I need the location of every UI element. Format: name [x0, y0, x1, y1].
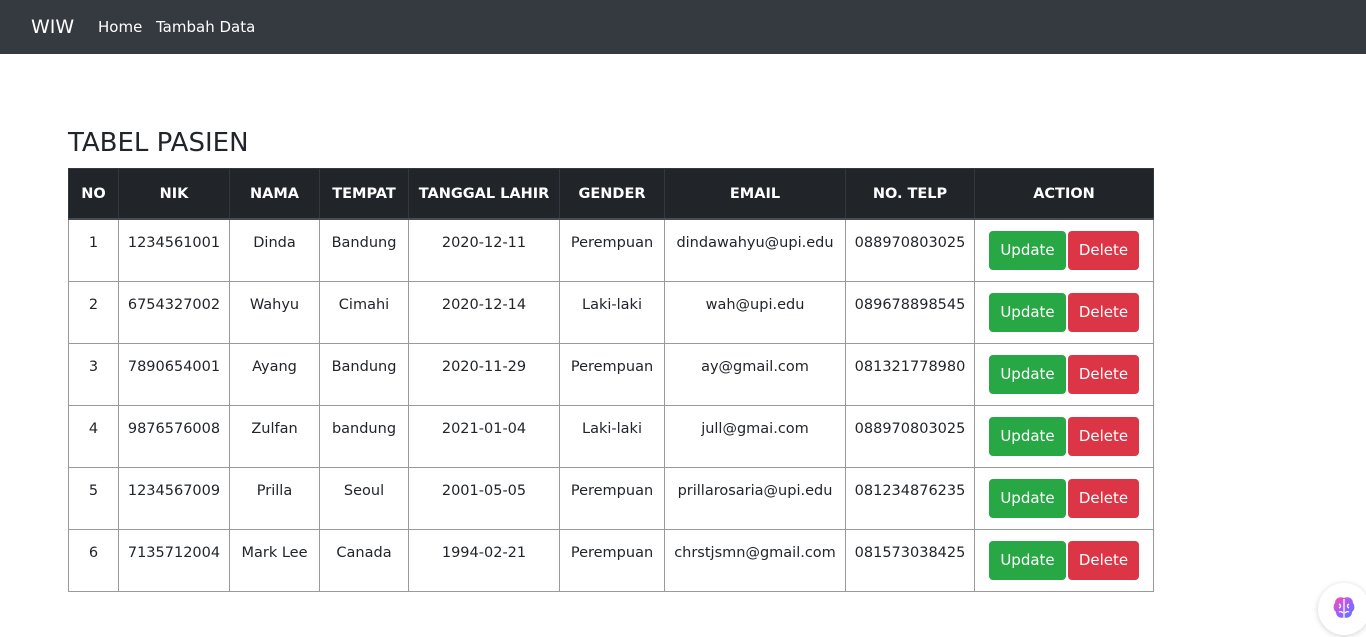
- cell-nik: 7135712004: [118, 528, 230, 592]
- cell-gender: Perempuan: [559, 528, 665, 592]
- nav-link-home[interactable]: Home: [98, 17, 142, 37]
- cell-email: ay@gmail.com: [664, 342, 846, 406]
- update-button[interactable]: Update: [989, 540, 1066, 580]
- header-no-telp: NO. TELP: [845, 168, 975, 220]
- cell-tempat: Bandung: [319, 218, 409, 282]
- cell-tanggal-lahir: 2020-12-14: [408, 280, 560, 344]
- header-nama: NAMA: [229, 168, 320, 220]
- update-button[interactable]: Update: [989, 478, 1066, 518]
- cell-email: jull@gmai.com: [664, 404, 846, 468]
- brain-icon: [1333, 597, 1355, 618]
- header-tempat: TEMPAT: [319, 168, 409, 220]
- cell-action: Update Delete: [974, 280, 1154, 344]
- cell-gender: Perempuan: [559, 466, 665, 530]
- brand-link[interactable]: WIW: [31, 15, 74, 39]
- cell-gender: Perempuan: [559, 342, 665, 406]
- cell-no: 4: [68, 404, 119, 468]
- header-tanggal-lahir: TANGGAL LAHIR: [408, 168, 560, 220]
- cell-gender: Laki-laki: [559, 280, 665, 344]
- cell-nama: Prilla: [229, 466, 320, 530]
- cell-tempat: Bandung: [319, 342, 409, 406]
- delete-button[interactable]: Delete: [1068, 540, 1139, 580]
- cell-tanggal-lahir: 2020-12-11: [408, 218, 560, 282]
- cell-nama: Mark Lee: [229, 528, 320, 592]
- update-button[interactable]: Update: [989, 354, 1066, 394]
- table-row: 2 6754327002 Wahyu Cimahi 2020-12-14 Lak…: [68, 280, 1154, 344]
- header-no: NO: [68, 168, 119, 220]
- header-action: ACTION: [974, 168, 1154, 220]
- cell-tempat: Seoul: [319, 466, 409, 530]
- cell-nama: Zulfan: [229, 404, 320, 468]
- cell-action: Update Delete: [974, 466, 1154, 530]
- table-row: 6 7135712004 Mark Lee Canada 1994-02-21 …: [68, 528, 1154, 592]
- cell-telp: 089678898545: [845, 280, 975, 344]
- table-row: 1 1234561001 Dinda Bandung 2020-12-11 Pe…: [68, 218, 1154, 282]
- delete-button[interactable]: Delete: [1068, 478, 1139, 518]
- cell-no: 2: [68, 280, 119, 344]
- cell-nik: 1234561001: [118, 218, 230, 282]
- cell-telp: 081321778980: [845, 342, 975, 406]
- cell-tempat: Canada: [319, 528, 409, 592]
- cell-action: Update Delete: [974, 342, 1154, 406]
- cell-tanggal-lahir: 1994-02-21: [408, 528, 560, 592]
- table-header-row: NO NIK NAMA TEMPAT TANGGAL LAHIR GENDER …: [68, 168, 1154, 220]
- floating-assistant-button[interactable]: [1318, 583, 1366, 635]
- nav-link-tambah-data[interactable]: Tambah Data: [156, 17, 255, 37]
- cell-email: dindawahyu@upi.edu: [664, 218, 846, 282]
- header-email: EMAIL: [664, 168, 846, 220]
- navbar: WIW Home Tambah Data: [0, 0, 1366, 54]
- table-row: 3 7890654001 Ayang Bandung 2020-11-29 Pe…: [68, 342, 1154, 406]
- table-row: 4 9876576008 Zulfan bandung 2021-01-04 L…: [68, 404, 1154, 468]
- cell-email: wah@upi.edu: [664, 280, 846, 344]
- cell-no: 5: [68, 466, 119, 530]
- page-title: TABEL PASIEN: [68, 128, 249, 158]
- update-button[interactable]: Update: [989, 416, 1066, 456]
- header-nik: NIK: [118, 168, 230, 220]
- cell-nik: 6754327002: [118, 280, 230, 344]
- cell-nama: Dinda: [229, 218, 320, 282]
- cell-tempat: bandung: [319, 404, 409, 468]
- cell-tanggal-lahir: 2001-05-05: [408, 466, 560, 530]
- header-gender: GENDER: [559, 168, 665, 220]
- cell-telp: 081573038425: [845, 528, 975, 592]
- cell-action: Update Delete: [974, 528, 1154, 592]
- cell-telp: 081234876235: [845, 466, 975, 530]
- cell-tempat: Cimahi: [319, 280, 409, 344]
- delete-button[interactable]: Delete: [1068, 231, 1139, 270]
- cell-email: prillarosaria@upi.edu: [664, 466, 846, 530]
- cell-nama: Ayang: [229, 342, 320, 406]
- cell-action: Update Delete: [974, 218, 1154, 282]
- delete-button[interactable]: Delete: [1068, 416, 1139, 456]
- cell-nik: 1234567009: [118, 466, 230, 530]
- cell-email: chrstjsmn@gmail.com: [664, 528, 846, 592]
- cell-no: 1: [68, 218, 119, 282]
- cell-action: Update Delete: [974, 404, 1154, 468]
- cell-telp: 088970803025: [845, 218, 975, 282]
- delete-button[interactable]: Delete: [1068, 354, 1139, 394]
- cell-nik: 9876576008: [118, 404, 230, 468]
- cell-no: 3: [68, 342, 119, 406]
- update-button[interactable]: Update: [989, 292, 1066, 332]
- delete-button[interactable]: Delete: [1068, 292, 1139, 332]
- table-row: 5 1234567009 Prilla Seoul 2001-05-05 Per…: [68, 466, 1154, 530]
- cell-telp: 088970803025: [845, 404, 975, 468]
- cell-tanggal-lahir: 2020-11-29: [408, 342, 560, 406]
- cell-gender: Laki-laki: [559, 404, 665, 468]
- cell-nama: Wahyu: [229, 280, 320, 344]
- cell-no: 6: [68, 528, 119, 592]
- cell-tanggal-lahir: 2021-01-04: [408, 404, 560, 468]
- cell-gender: Perempuan: [559, 218, 665, 282]
- cell-nik: 7890654001: [118, 342, 230, 406]
- patient-table: NO NIK NAMA TEMPAT TANGGAL LAHIR GENDER …: [68, 168, 1154, 592]
- update-button[interactable]: Update: [989, 231, 1066, 270]
